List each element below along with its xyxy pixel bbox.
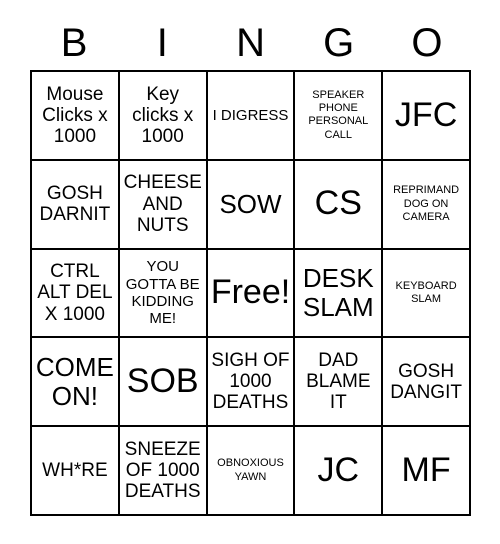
bingo-cell-label: Key clicks x 1000 (132, 83, 194, 148)
header-letter-b: B (60, 21, 88, 65)
bingo-cell-label: DESK SLAM (302, 263, 374, 322)
header-letter-o: O (411, 21, 443, 65)
bingo-cell-label: JFC (394, 95, 458, 134)
bingo-cell-label: GOSH DARNIT (39, 182, 111, 226)
bingo-cell[interactable]: REPRIMAND DOG ON CAMERA (383, 160, 471, 250)
bingo-row: Mouse Clicks x 1000 Key clicks x 1000 I … (32, 72, 471, 161)
bingo-cell-label: SOW (219, 188, 282, 219)
bingo-cell-free[interactable]: Free! (207, 249, 296, 339)
bingo-card: B I N G O Mouse Clicks x 1000 Key clicks… (30, 16, 471, 516)
bingo-cell[interactable]: GOSH DARNIT (32, 160, 120, 250)
bingo-cell[interactable]: Mouse Clicks x 1000 (32, 72, 120, 161)
bingo-cell[interactable]: SIGH OF 1000 DEATHS (207, 338, 296, 428)
bingo-cell-label: SNEEZE OF 1000 DEATHS (124, 438, 201, 503)
bingo-cell-label: SPEAKER PHONE PERSONAL CALL (308, 89, 369, 141)
bingo-cell[interactable]: DAD BLAME IT (295, 338, 384, 428)
bingo-row: CTRL ALT DEL X 1000 YOU GOTTA BE KIDDING… (32, 249, 471, 339)
bingo-cell[interactable]: GOSH DANGIT (383, 338, 471, 428)
header-letter-n: N (236, 21, 265, 65)
bingo-cell[interactable]: Key clicks x 1000 (119, 72, 208, 161)
bingo-cell[interactable]: I DIGRESS (207, 72, 296, 161)
bingo-cell[interactable]: SOW (207, 160, 296, 250)
header-letter-g: G (323, 21, 355, 65)
bingo-cell[interactable]: CTRL ALT DEL X 1000 (32, 249, 120, 339)
bingo-cell-label: KEYBOARD SLAM (395, 279, 457, 305)
bingo-cell[interactable]: YOU GOTTA BE KIDDING ME! (119, 249, 208, 339)
bingo-cell[interactable]: SNEEZE OF 1000 DEATHS (119, 427, 208, 516)
header-letter-i: I (156, 21, 168, 65)
bingo-cell[interactable]: KEYBOARD SLAM (383, 249, 471, 339)
bingo-cell[interactable]: WH*RE (32, 427, 120, 516)
bingo-cell-label: REPRIMAND DOG ON CAMERA (393, 184, 460, 223)
bingo-cell[interactable]: JFC (383, 72, 471, 161)
bingo-cell[interactable]: CS (295, 160, 384, 250)
bingo-cell-label: CS (314, 184, 362, 223)
bingo-row: GOSH DARNIT CHEESE AND NUTS SOW CS REPRI… (32, 160, 471, 250)
bingo-cell-label: JC (317, 450, 360, 489)
bingo-cell[interactable]: COME ON! (32, 338, 120, 428)
bingo-cell[interactable]: CHEESE AND NUTS (119, 160, 208, 250)
bingo-cell-label: Free! (210, 273, 291, 312)
bingo-cell-label: MF (401, 450, 451, 489)
bingo-row: WH*RE SNEEZE OF 1000 DEATHS OBNOXIOUS YA… (32, 427, 471, 516)
bingo-cell-label: Mouse Clicks x 1000 (42, 83, 108, 148)
bingo-cell-label: WH*RE (42, 459, 108, 481)
bingo-cell-label: SIGH OF 1000 DEATHS (211, 349, 290, 414)
bingo-cell-label: SOB (126, 361, 199, 400)
bingo-cell[interactable]: MF (383, 427, 471, 516)
bingo-cell-label: CHEESE AND NUTS (123, 172, 202, 236)
bingo-cell-label: COME ON! (35, 352, 114, 411)
bingo-cell-label: DAD BLAME IT (306, 349, 371, 414)
bingo-cell[interactable]: JC (295, 427, 384, 516)
bingo-cell[interactable]: DESK SLAM (295, 249, 384, 339)
bingo-cell[interactable]: OBNOXIOUS YAWN (207, 427, 296, 516)
bingo-header: B I N G O (30, 16, 471, 70)
bingo-cell-label: I DIGRESS (212, 106, 289, 124)
bingo-grid: Mouse Clicks x 1000 Key clicks x 1000 I … (30, 70, 471, 516)
bingo-cell-label: CTRL ALT DEL X 1000 (37, 261, 113, 325)
bingo-cell[interactable]: SPEAKER PHONE PERSONAL CALL (295, 72, 384, 161)
bingo-cell-label: GOSH DANGIT (390, 360, 462, 403)
bingo-cell-label: OBNOXIOUS YAWN (217, 457, 284, 483)
bingo-cell-label: YOU GOTTA BE KIDDING ME! (125, 258, 200, 328)
bingo-cell[interactable]: SOB (119, 338, 208, 428)
bingo-row: COME ON! SOB SIGH OF 1000 DEATHS DAD BLA… (32, 338, 471, 428)
